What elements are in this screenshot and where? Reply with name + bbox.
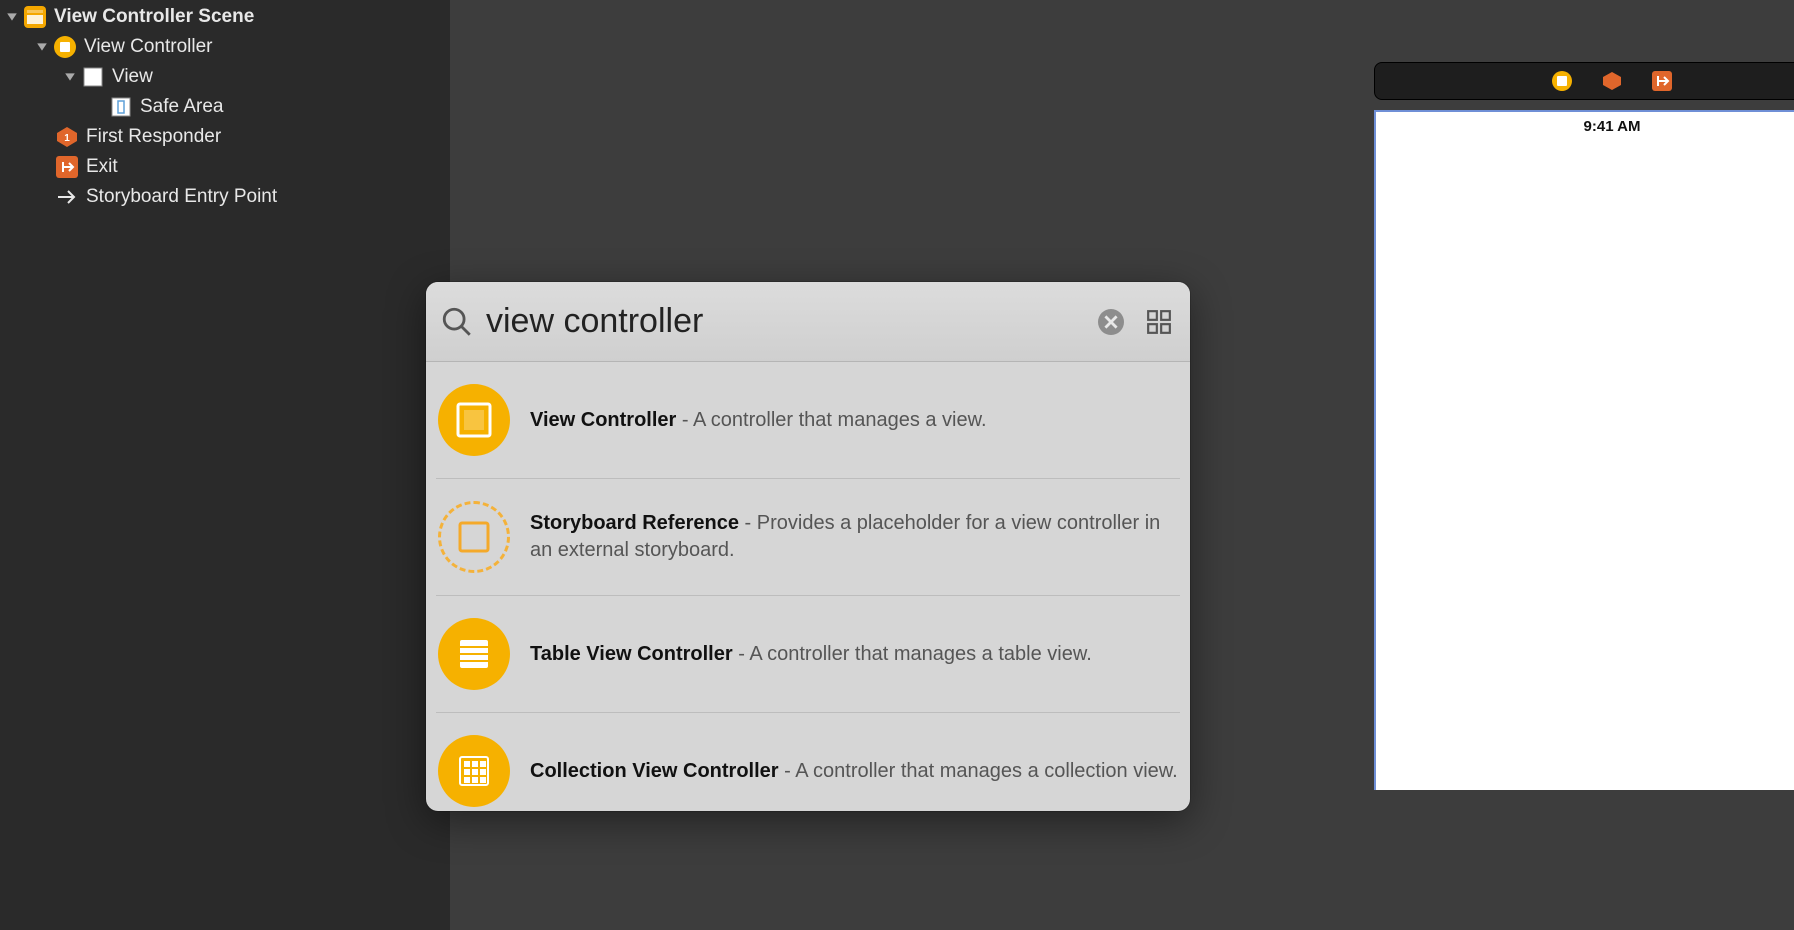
document-outline: View Controller Scene View Controller Vi…	[0, 0, 450, 930]
outline-vc-label: View Controller	[84, 36, 212, 58]
outline-safe-area[interactable]: Safe Area	[0, 92, 450, 122]
view-controller-icon[interactable]	[1551, 70, 1573, 92]
outline-entry-point-label: Storyboard Entry Point	[86, 186, 277, 208]
grid-view-icon[interactable]	[1146, 309, 1172, 335]
library-item-desc: A controller that manages a table view.	[749, 643, 1091, 665]
library-item-title: Storyboard Reference	[530, 512, 739, 534]
outline-scene[interactable]: View Controller Scene	[0, 2, 450, 32]
library-item-desc: A controller that manages a view.	[693, 409, 987, 431]
library-search-input[interactable]	[486, 302, 1098, 341]
disclosure-down-icon[interactable]	[4, 9, 20, 25]
search-icon	[440, 305, 474, 339]
storyboard-reference-icon	[438, 501, 510, 573]
svg-text:1: 1	[64, 133, 70, 144]
library-item-text: Table View Controller - A controller tha…	[530, 641, 1092, 668]
disclosure-down-icon[interactable]	[62, 69, 78, 85]
scene-dock[interactable]	[1374, 62, 1794, 100]
outline-first-responder[interactable]: 1 First Responder	[0, 122, 450, 152]
first-responder-icon: 1	[56, 126, 78, 148]
arrow-right-icon	[56, 186, 78, 208]
library-item-text: Storyboard Reference - Provides a placeh…	[530, 510, 1178, 564]
library-item-view-controller[interactable]: View Controller - A controller that mana…	[436, 362, 1180, 479]
view-controller-icon	[54, 36, 76, 58]
library-item-text: Collection View Controller - A controlle…	[530, 758, 1178, 785]
outline-safe-area-label: Safe Area	[140, 96, 223, 118]
library-item-title: Table View Controller	[530, 643, 733, 665]
library-item-text: View Controller - A controller that mana…	[530, 407, 987, 434]
disclosure-down-icon[interactable]	[34, 39, 50, 55]
library-item-title: View Controller	[530, 409, 676, 431]
view-controller-icon	[438, 384, 510, 456]
clear-search-button[interactable]	[1098, 309, 1124, 335]
library-search-bar	[426, 282, 1190, 362]
status-bar: 9:41 AM	[1376, 112, 1794, 140]
outline-scene-label: View Controller Scene	[54, 6, 254, 28]
outline-view[interactable]: View	[0, 62, 450, 92]
library-item-collection-view-controller[interactable]: Collection View Controller - A controlle…	[436, 713, 1180, 811]
library-item-desc: A controller that manages a collection v…	[795, 760, 1177, 782]
exit-icon[interactable]	[1651, 70, 1673, 92]
library-results: View Controller - A controller that mana…	[426, 362, 1190, 811]
outline-exit[interactable]: Exit	[0, 152, 450, 182]
collection-view-controller-icon	[438, 735, 510, 807]
device-preview[interactable]: 9:41 AM	[1374, 110, 1794, 790]
library-item-storyboard-reference[interactable]: Storyboard Reference - Provides a placeh…	[436, 479, 1180, 596]
exit-icon	[56, 156, 78, 178]
outline-first-responder-label: First Responder	[86, 126, 221, 148]
library-item-table-view-controller[interactable]: Table View Controller - A controller tha…	[436, 596, 1180, 713]
first-responder-icon[interactable]	[1601, 70, 1623, 92]
safe-area-icon	[110, 96, 132, 118]
outline-exit-label: Exit	[86, 156, 118, 178]
outline-view-label: View	[112, 66, 153, 88]
view-icon	[82, 66, 104, 88]
object-library-popover: View Controller - A controller that mana…	[426, 282, 1190, 811]
status-time: 9:41 AM	[1584, 118, 1641, 135]
outline-view-controller[interactable]: View Controller	[0, 32, 450, 62]
table-view-controller-icon	[438, 618, 510, 690]
outline-entry-point[interactable]: Storyboard Entry Point	[0, 182, 450, 212]
storyboard-icon	[24, 6, 46, 28]
library-item-title: Collection View Controller	[530, 760, 779, 782]
